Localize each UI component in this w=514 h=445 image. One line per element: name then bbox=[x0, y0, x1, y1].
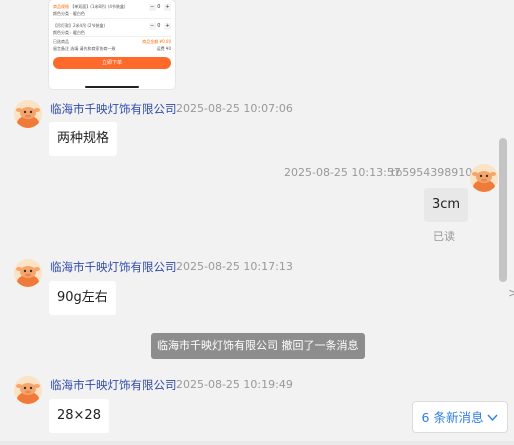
new-messages-label: 6 条新消息 bbox=[421, 410, 484, 425]
message-bubble[interactable]: 两种规格 bbox=[49, 122, 118, 156]
message-bubble[interactable]: 90g左右 bbox=[49, 281, 116, 315]
chevron-right-icon[interactable]: > bbox=[508, 286, 514, 300]
card-spec-tag: 商品规格 bbox=[53, 4, 69, 9]
card-spec-title-1: 【单双面】(1米8吊) (4节装盒) bbox=[70, 4, 126, 9]
product-order-card-image[interactable]: 商品规格 【单双面】(1米8吊) (4节装盒) − 0 + 颜色分类 · 暖白色… bbox=[49, 0, 175, 89]
card-spec-row-1: 商品规格 【单双面】(1米8吊) (4节装盒) − 0 + bbox=[53, 4, 171, 11]
message-bubble[interactable]: 28×28 bbox=[49, 399, 109, 433]
divider bbox=[53, 36, 171, 37]
avatar[interactable] bbox=[14, 376, 42, 404]
card-note-row: 留言备注 选填 请先和商家协商一致 运费 ¥0 bbox=[53, 46, 171, 51]
message-time: 2025-08-25 10:13:57 bbox=[284, 166, 401, 179]
message-time: 2025-08-25 10:07:06 bbox=[176, 102, 293, 115]
system-notice: 临海市千映灯饰有限公司 撤回了一条消息 bbox=[151, 333, 365, 359]
sender-name[interactable]: 临海市千映灯饰有限公司 bbox=[50, 259, 177, 275]
read-status: 已读 bbox=[433, 230, 455, 243]
message-bubble[interactable]: 3cm bbox=[424, 188, 469, 222]
cow-mascot-icon bbox=[470, 164, 498, 192]
sender-name[interactable]: 临海市千映灯饰有限公司 bbox=[50, 101, 177, 117]
new-messages-button[interactable]: 6 条新消息 bbox=[412, 401, 508, 433]
message-time: 2025-08-25 10:17:13 bbox=[176, 260, 293, 273]
cow-mascot-icon bbox=[14, 100, 42, 128]
scrollbar-thumb[interactable] bbox=[499, 138, 507, 282]
plus-icon[interactable]: + bbox=[164, 23, 171, 30]
plus-icon[interactable]: + bbox=[164, 4, 171, 11]
message-time: 2025-08-25 10:19:49 bbox=[176, 378, 293, 391]
home-indicator-bar bbox=[85, 86, 139, 88]
chevron-down-icon bbox=[487, 402, 498, 434]
avatar[interactable] bbox=[14, 100, 42, 128]
chat-window: 商品规格 【单双面】(1米8吊) (4节装盒) − 0 + 颜色分类 · 暖白色… bbox=[0, 0, 514, 445]
card-spec-title-2: 【吊灯款】2米4吊 (2节装盒) bbox=[53, 23, 106, 28]
cow-mascot-icon bbox=[14, 259, 42, 287]
buy-now-button[interactable]: 立即下单 bbox=[53, 57, 171, 69]
user-name: tb5954398910 bbox=[391, 166, 473, 179]
minus-icon[interactable]: − bbox=[148, 4, 156, 11]
minus-icon[interactable]: − bbox=[148, 23, 156, 30]
cow-mascot-icon bbox=[14, 376, 42, 404]
avatar[interactable] bbox=[470, 164, 498, 192]
input-area-border bbox=[0, 441, 514, 445]
quantity-stepper-2[interactable]: − 0 + bbox=[147, 23, 171, 30]
card-spec-row-2: 【吊灯款】2米4吊 (2节装盒) − 0 + bbox=[53, 23, 171, 30]
divider bbox=[53, 18, 171, 19]
card-spec-note-1: 颜色分类 · 暖白色 bbox=[53, 11, 85, 16]
quantity-stepper-1[interactable]: − 0 + bbox=[147, 4, 171, 11]
avatar[interactable] bbox=[14, 259, 42, 287]
card-summary-row: 已选商品 商品金额 ¥0.00 bbox=[53, 39, 171, 44]
sender-name[interactable]: 临海市千映灯饰有限公司 bbox=[50, 377, 177, 393]
